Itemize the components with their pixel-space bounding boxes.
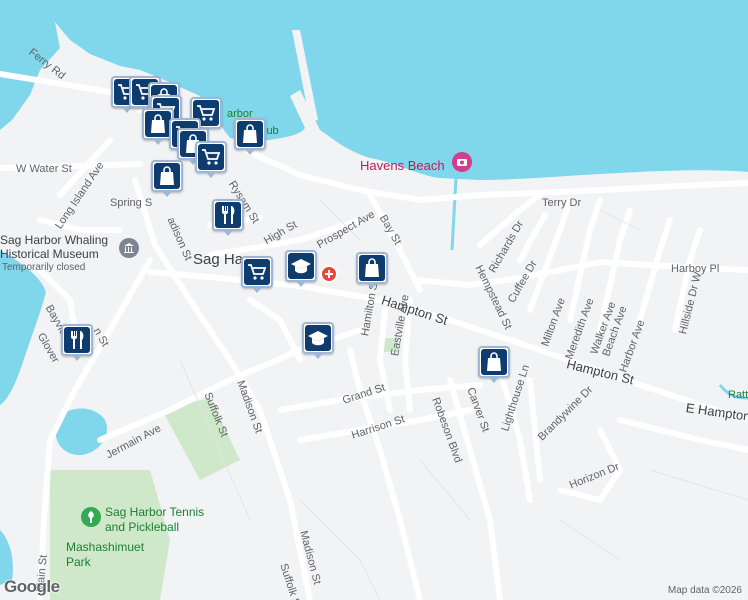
bag-icon [481, 349, 507, 375]
bag-icon [154, 163, 180, 189]
map-pin-cart[interactable] [241, 256, 273, 293]
google-logo: Google [4, 577, 60, 596]
museum-status: Temporarily closed [2, 262, 86, 273]
bag-icon [145, 111, 171, 137]
park-label-line2[interactable]: and Pickleball [105, 520, 179, 535]
map-canvas[interactable]: Ferry Rd W Water St Long Island Ave Spri… [0, 0, 748, 600]
fork-knife-icon [64, 327, 90, 353]
beach-label[interactable]: Havens Beach [360, 158, 445, 173]
street-label: Terry Dr [542, 197, 582, 209]
town-label: Sag Ha [193, 251, 244, 268]
museum-name-line2[interactable]: Historical Museum [0, 247, 99, 262]
street-label: Harboy Pl [671, 263, 720, 275]
museum-icon[interactable] [119, 238, 139, 258]
club-label[interactable]: lub [264, 124, 279, 139]
map-pin-fork-knife[interactable] [61, 324, 93, 361]
map-pin-bag[interactable] [356, 252, 388, 289]
street-label: Spring S [110, 197, 153, 209]
park-label-line1[interactable]: Mashashimuet [66, 540, 144, 555]
school-icon [305, 325, 331, 351]
park-label-line2[interactable]: Park [66, 555, 91, 570]
park-label-line1[interactable]: Sag Harbor Tennis [105, 505, 204, 520]
map-pin-fork-knife[interactable] [212, 199, 244, 236]
fork-knife-icon [215, 202, 241, 228]
cart-icon [244, 259, 270, 285]
bag-icon [237, 121, 263, 147]
museum-name-line1[interactable]: Sag Harbor Whaling [0, 233, 108, 248]
map-pin-school[interactable] [302, 322, 334, 359]
map-attribution[interactable]: Map data ©2026 [668, 585, 742, 596]
place-label: Rattl [728, 389, 748, 401]
hospital-icon[interactable] [320, 265, 338, 283]
park-icon[interactable] [81, 507, 101, 527]
map-pin-cart[interactable] [195, 141, 227, 178]
map-pin-bag[interactable] [478, 346, 510, 383]
bag-icon [359, 255, 385, 281]
street-label: W Water St [16, 163, 72, 175]
beach-icon[interactable] [452, 152, 472, 172]
map-pin-school[interactable] [285, 250, 317, 287]
school-icon [288, 253, 314, 279]
cart-icon [198, 144, 224, 170]
map-pin-bag[interactable] [234, 118, 266, 155]
map-pin-bag[interactable] [151, 160, 183, 197]
